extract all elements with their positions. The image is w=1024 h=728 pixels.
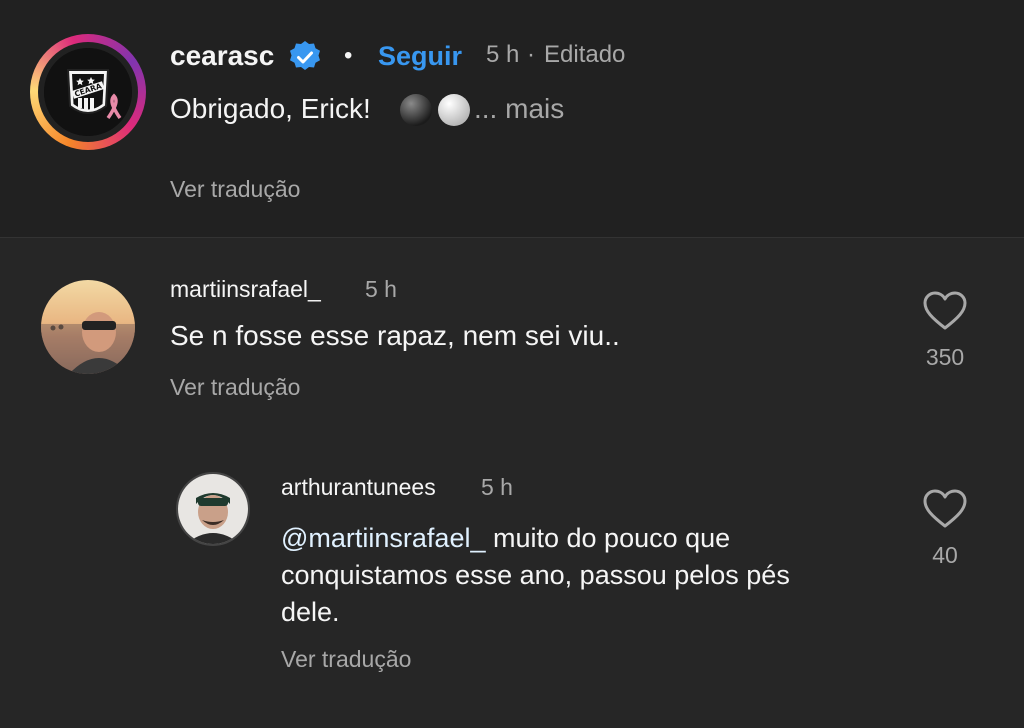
ceara-logo-icon: CEARA [44,48,132,136]
more-link[interactable]: ... mais [474,93,564,125]
avatar[interactable] [41,280,135,374]
comment-text: Se n fosse esse rapaz, nem sei viu.. [170,320,620,351]
avatar-ring-gap: CEARA [38,42,138,142]
post-username[interactable]: cearasc [170,40,274,72]
like-count: 350 [925,344,965,370]
comment-username[interactable]: martiinsrafael_ [170,276,321,303]
reply-text-line2: conquistamos esse ano, passou pelos pés [281,560,790,590]
reply-username[interactable]: arthurantunees [281,474,436,501]
like-count: 40 [932,542,958,568]
mention-link[interactable]: @martiinsrafael_ [281,523,485,553]
white-circle-icon [438,94,470,126]
story-ring-avatar[interactable]: CEARA [30,34,146,150]
avatar-photo [41,280,135,374]
like-heart-icon[interactable] [922,290,968,332]
translate-link[interactable]: Ver tradução [281,646,411,673]
meta-dot: · [527,41,535,68]
avatar[interactable] [176,472,250,546]
like-heart-icon[interactable] [922,488,968,530]
translate-link[interactable]: Ver tradução [170,374,300,401]
avatar: CEARA [44,48,132,136]
post-caption: Obrigado, Erick! [170,93,371,124]
avatar-photo [178,474,248,544]
edited-label: Editado [544,41,626,68]
verified-badge-icon [290,41,320,70]
reply-text-line1: muito do pouco que [493,523,731,553]
follow-button[interactable]: Seguir [378,41,462,72]
black-circle-icon [400,94,432,126]
reply-text-line3: dele. [281,597,340,627]
translate-link[interactable]: Ver tradução [170,176,300,203]
comment-time: 5 h [365,276,397,302]
post-time: 5 h [486,41,520,68]
divider [0,237,1024,238]
reply-text: @martiinsrafael_ muito do pouco que conq… [281,520,901,631]
reply-time: 5 h [481,474,513,500]
separator-dot: • [344,42,353,69]
